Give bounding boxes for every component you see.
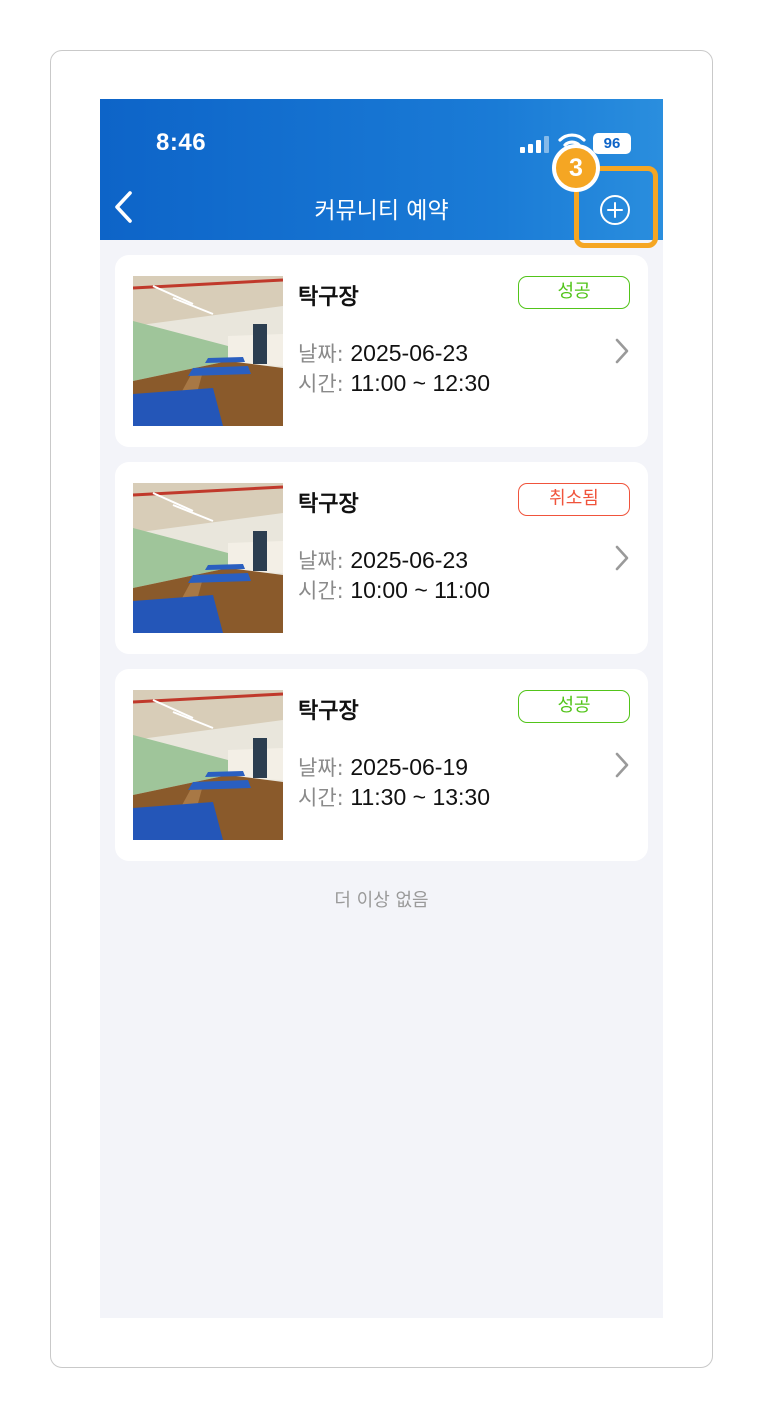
- time-value: 10:00 ~ 11:00: [350, 577, 491, 603]
- status-badge: 성공: [518, 690, 630, 723]
- battery-indicator: 96: [593, 133, 631, 154]
- phone-screen: 8:46 96 커뮤니티 예약 3 탁구장 성공 날짜: 2025-06-23 …: [100, 99, 663, 1318]
- time-label: 시간:: [298, 372, 351, 396]
- chevron-right-icon: [615, 545, 629, 571]
- time-label: 시간:: [298, 579, 351, 603]
- reservation-time: 시간: 11:00 ~ 12:30: [298, 368, 490, 398]
- chevron-right-icon: [615, 338, 629, 364]
- status-time: 8:46: [156, 129, 207, 156]
- facility-photo: [133, 276, 283, 426]
- date-label: 날짜:: [298, 549, 351, 573]
- reservation-card[interactable]: 탁구장 취소됨 날짜: 2025-06-23 시간: 10:00 ~ 11:00: [115, 462, 648, 654]
- status-badge: 성공: [518, 276, 630, 309]
- reservation-date: 날짜: 2025-06-23: [298, 338, 468, 368]
- tutorial-step-badge: 3: [552, 144, 600, 192]
- facility-name: 탁구장: [298, 699, 359, 724]
- time-value: 11:00 ~ 12:30: [350, 370, 491, 396]
- reservation-date: 날짜: 2025-06-19: [298, 752, 468, 782]
- time-label: 시간:: [298, 786, 351, 810]
- date-label: 날짜:: [298, 756, 351, 780]
- chevron-right-icon: [615, 752, 629, 778]
- facility-name: 탁구장: [298, 285, 359, 310]
- end-of-list-text: 더 이상 없음: [334, 890, 429, 911]
- reservation-time: 시간: 11:30 ~ 13:30: [298, 782, 490, 812]
- date-value: 2025-06-19: [350, 754, 469, 780]
- facility-photo: [133, 690, 283, 840]
- date-label: 날짜:: [298, 342, 351, 366]
- cellular-signal-icon: [520, 135, 550, 153]
- facility-photo: [133, 483, 283, 633]
- facility-name: 탁구장: [298, 492, 359, 517]
- reservation-card[interactable]: 탁구장 성공 날짜: 2025-06-19 시간: 11:30 ~ 13:30: [115, 669, 648, 861]
- status-badge: 취소됨: [518, 483, 630, 516]
- reservation-date: 날짜: 2025-06-23: [298, 545, 468, 575]
- time-value: 11:30 ~ 13:30: [350, 784, 491, 810]
- reservation-time: 시간: 10:00 ~ 11:00: [298, 575, 490, 605]
- date-value: 2025-06-23: [350, 340, 469, 366]
- reservation-card[interactable]: 탁구장 성공 날짜: 2025-06-23 시간: 11:00 ~ 12:30: [115, 255, 648, 447]
- date-value: 2025-06-23: [350, 547, 469, 573]
